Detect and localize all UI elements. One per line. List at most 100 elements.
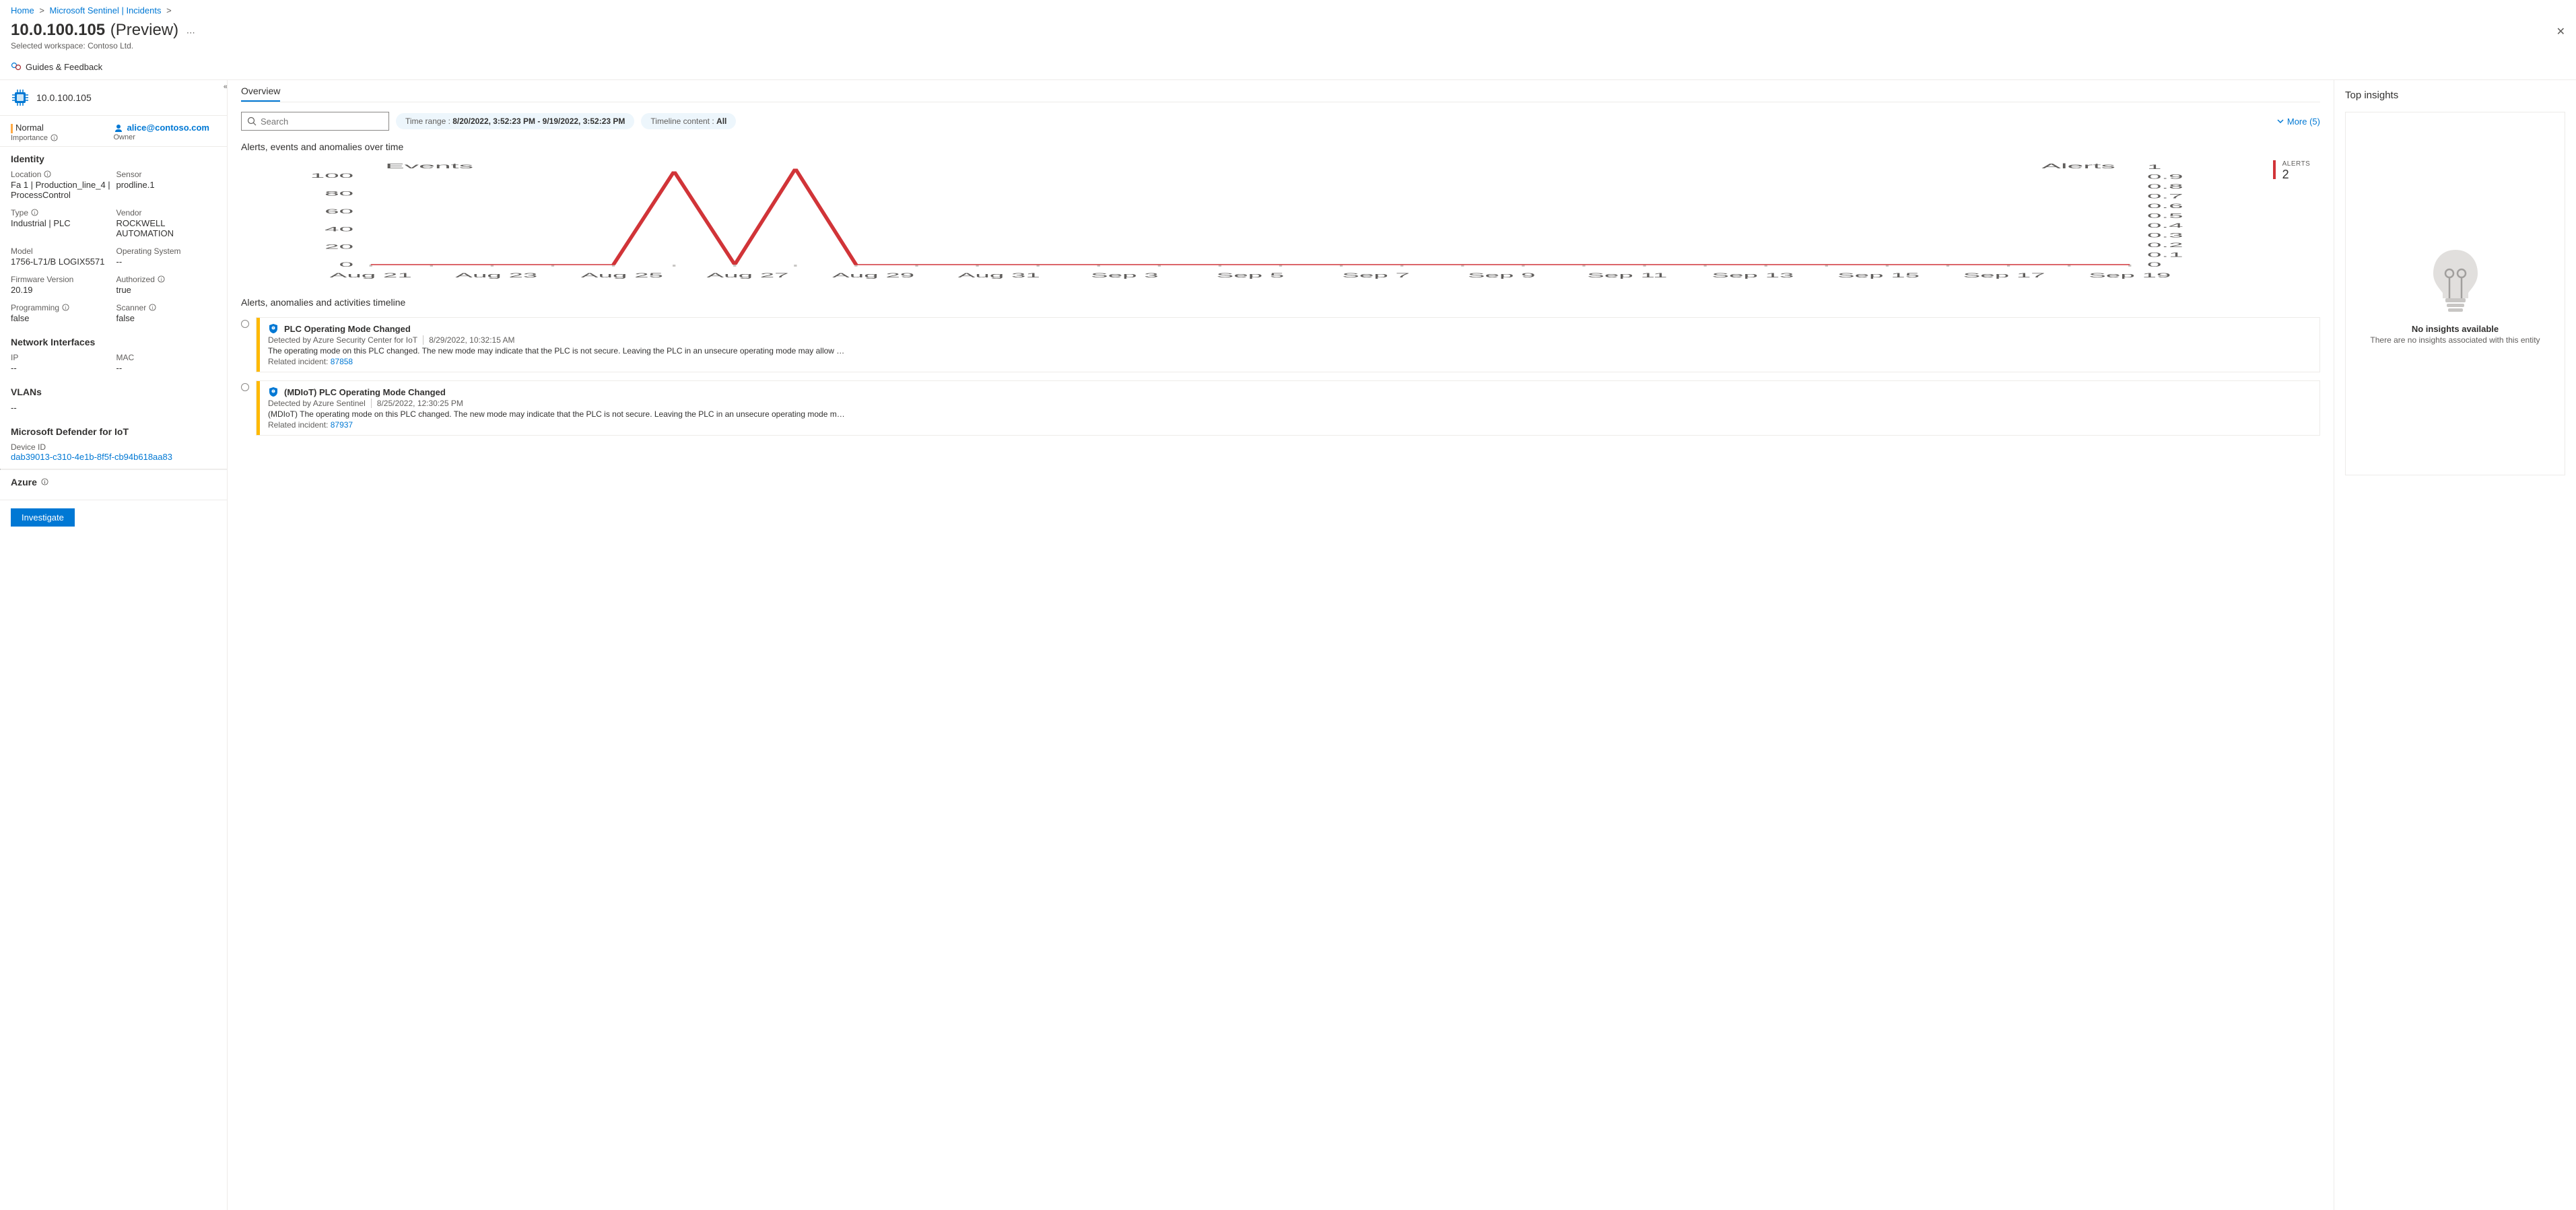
more-filters-button[interactable]: More (5) xyxy=(2276,116,2320,127)
info-icon[interactable]: i xyxy=(50,134,58,141)
owner-label: Owner xyxy=(114,133,135,141)
info-icon[interactable]: i xyxy=(158,275,165,283)
breadcrumb-sep: > xyxy=(39,5,44,15)
more-label: More (5) xyxy=(2287,116,2320,127)
breadcrumb-home[interactable]: Home xyxy=(11,5,34,15)
info-icon[interactable]: i xyxy=(149,304,156,311)
info-icon[interactable]: i xyxy=(41,478,48,485)
model-label: Model xyxy=(11,246,111,256)
defender-section: Microsoft Defender for IoT Device ID dab… xyxy=(0,419,227,469)
timeline-card[interactable]: ! (MDIoT) PLC Operating Mode Changed Det… xyxy=(256,380,2320,436)
scanner-label: Scanner xyxy=(116,303,147,312)
svg-text:Sep 5: Sep 5 xyxy=(1217,272,1285,279)
timeline-card[interactable]: ! PLC Operating Mode Changed Detected by… xyxy=(256,317,2320,372)
ip-value: -- xyxy=(11,363,111,373)
alert-title: (MDIoT) PLC Operating Mode Changed xyxy=(284,387,446,397)
svg-text:i: i xyxy=(161,276,162,282)
sensor-value: prodline.1 xyxy=(116,180,217,190)
svg-text:Aug 29: Aug 29 xyxy=(832,272,914,279)
info-icon[interactable]: i xyxy=(62,304,69,311)
investigate-bar: Investigate xyxy=(0,500,227,535)
programming-value: false xyxy=(11,313,111,323)
owner-value[interactable]: alice@contoso.com xyxy=(127,123,209,133)
close-icon[interactable]: ✕ xyxy=(2556,25,2565,38)
guides-bar: Guides & Feedback xyxy=(0,56,2576,80)
alert-time: 8/29/2022, 10:32:15 AM xyxy=(429,335,514,345)
page-title: 10.0.100.105 xyxy=(11,21,105,40)
breadcrumb-sentinel[interactable]: Microsoft Sentinel | Incidents xyxy=(50,5,162,15)
svg-text:Sep 9: Sep 9 xyxy=(1468,272,1536,279)
workspace-label-text: Selected workspace: xyxy=(11,41,86,51)
network-section: Network Interfaces IP-- MAC-- xyxy=(0,330,227,380)
authorized-label: Authorized xyxy=(116,275,155,284)
info-icon[interactable]: i xyxy=(44,170,51,178)
svg-text:Sep 11: Sep 11 xyxy=(1587,272,1667,279)
svg-text:0.1: 0.1 xyxy=(2147,251,2183,258)
timeline-select-radio[interactable] xyxy=(241,320,249,328)
kpi-bar xyxy=(2273,160,2276,179)
entity-name: 10.0.100.105 xyxy=(36,92,92,103)
more-menu-button[interactable]: ⋯ xyxy=(187,28,195,38)
guides-feedback-button[interactable]: Guides & Feedback xyxy=(11,61,102,72)
svg-text:0: 0 xyxy=(2147,261,2161,268)
search-icon xyxy=(247,116,257,126)
deviceid-link[interactable]: dab39013-c310-4e1b-8f5f-cb94b618aa83 xyxy=(11,452,172,462)
filter-row: Time range : 8/20/2022, 3:52:23 PM - 9/1… xyxy=(241,112,2320,131)
authorized-value: true xyxy=(116,285,217,295)
detected-by: Detected by Azure Security Center for Io… xyxy=(268,335,417,345)
insights-title: Top insights xyxy=(2345,90,2565,101)
tab-row: Overview xyxy=(241,80,2320,102)
investigate-button[interactable]: Investigate xyxy=(11,508,75,527)
svg-text:40: 40 xyxy=(325,226,353,232)
svg-text:Aug 23: Aug 23 xyxy=(455,272,537,279)
timeline-select-radio[interactable] xyxy=(241,383,249,391)
identity-section: Identity LocationiFa 1 | Production_line… xyxy=(0,147,227,330)
location-label: Location xyxy=(11,170,41,179)
mac-label: MAC xyxy=(116,353,217,362)
alert-title: PLC Operating Mode Changed xyxy=(284,324,411,334)
location-value: Fa 1 | Production_line_4 | ProcessContro… xyxy=(11,180,111,200)
svg-text:0.3: 0.3 xyxy=(2147,232,2183,238)
svg-text:i: i xyxy=(152,304,154,310)
severity-indicator xyxy=(11,124,13,133)
firmware-value: 20.19 xyxy=(11,285,111,295)
page-header: 10.0.100.105 (Preview) ⋯ Selected worksp… xyxy=(0,21,2576,56)
defender-title: Microsoft Defender for IoT xyxy=(11,426,216,437)
svg-text:0.4: 0.4 xyxy=(2147,222,2183,229)
related-incident-link[interactable]: 87937 xyxy=(331,420,353,430)
model-value: 1756-L71/B LOGIX5571 xyxy=(11,257,111,267)
chart-title: Alerts, events and anomalies over time xyxy=(241,141,2320,152)
kpi-label: ALERTS xyxy=(2282,160,2311,168)
type-label: Type xyxy=(11,208,28,217)
svg-text:Sep 15: Sep 15 xyxy=(1837,272,1920,279)
collapse-panel-button[interactable]: « xyxy=(224,83,228,91)
os-label: Operating System xyxy=(116,246,217,256)
svg-text:i: i xyxy=(54,135,55,141)
svg-text:100: 100 xyxy=(310,172,353,179)
svg-text:0.2: 0.2 xyxy=(2147,242,2183,248)
svg-text:1: 1 xyxy=(2147,164,2161,170)
svg-text:Sep 3: Sep 3 xyxy=(1091,272,1159,279)
chart-wrap: EventsAlerts02040608010000.10.20.30.40.5… xyxy=(241,160,2320,283)
svg-text:i: i xyxy=(65,304,67,310)
timerange-pill[interactable]: Time range : 8/20/2022, 3:52:23 PM - 9/1… xyxy=(396,113,634,129)
entity-details-panel: « 10.0.100.105 Normal Importance i alice@… xyxy=(0,80,228,1210)
importance-label: Importance xyxy=(11,134,48,142)
search-input-wrap[interactable] xyxy=(241,112,389,131)
severity-value: Normal xyxy=(15,123,44,133)
related-incident-link[interactable]: 87858 xyxy=(331,357,353,366)
svg-text:0.8: 0.8 xyxy=(2147,183,2183,190)
device-chip-icon xyxy=(11,88,30,107)
svg-text:80: 80 xyxy=(325,191,353,197)
insights-empty-box: No insights available There are no insig… xyxy=(2345,112,2565,475)
timeline-content-pill[interactable]: Timeline content : All xyxy=(641,113,736,129)
search-input[interactable] xyxy=(261,116,383,127)
info-icon[interactable]: i xyxy=(31,209,38,216)
svg-text:i: i xyxy=(47,171,48,177)
workspace-label: Selected workspace: Contoso Ltd. xyxy=(11,41,2565,51)
vendor-label: Vendor xyxy=(116,208,217,217)
insights-panel: Top insights No insights available There… xyxy=(2334,80,2576,1210)
timeline-item: ! (MDIoT) PLC Operating Mode Changed Det… xyxy=(241,380,2320,436)
tab-overview[interactable]: Overview xyxy=(241,80,280,102)
svg-text:0.9: 0.9 xyxy=(2147,173,2183,180)
